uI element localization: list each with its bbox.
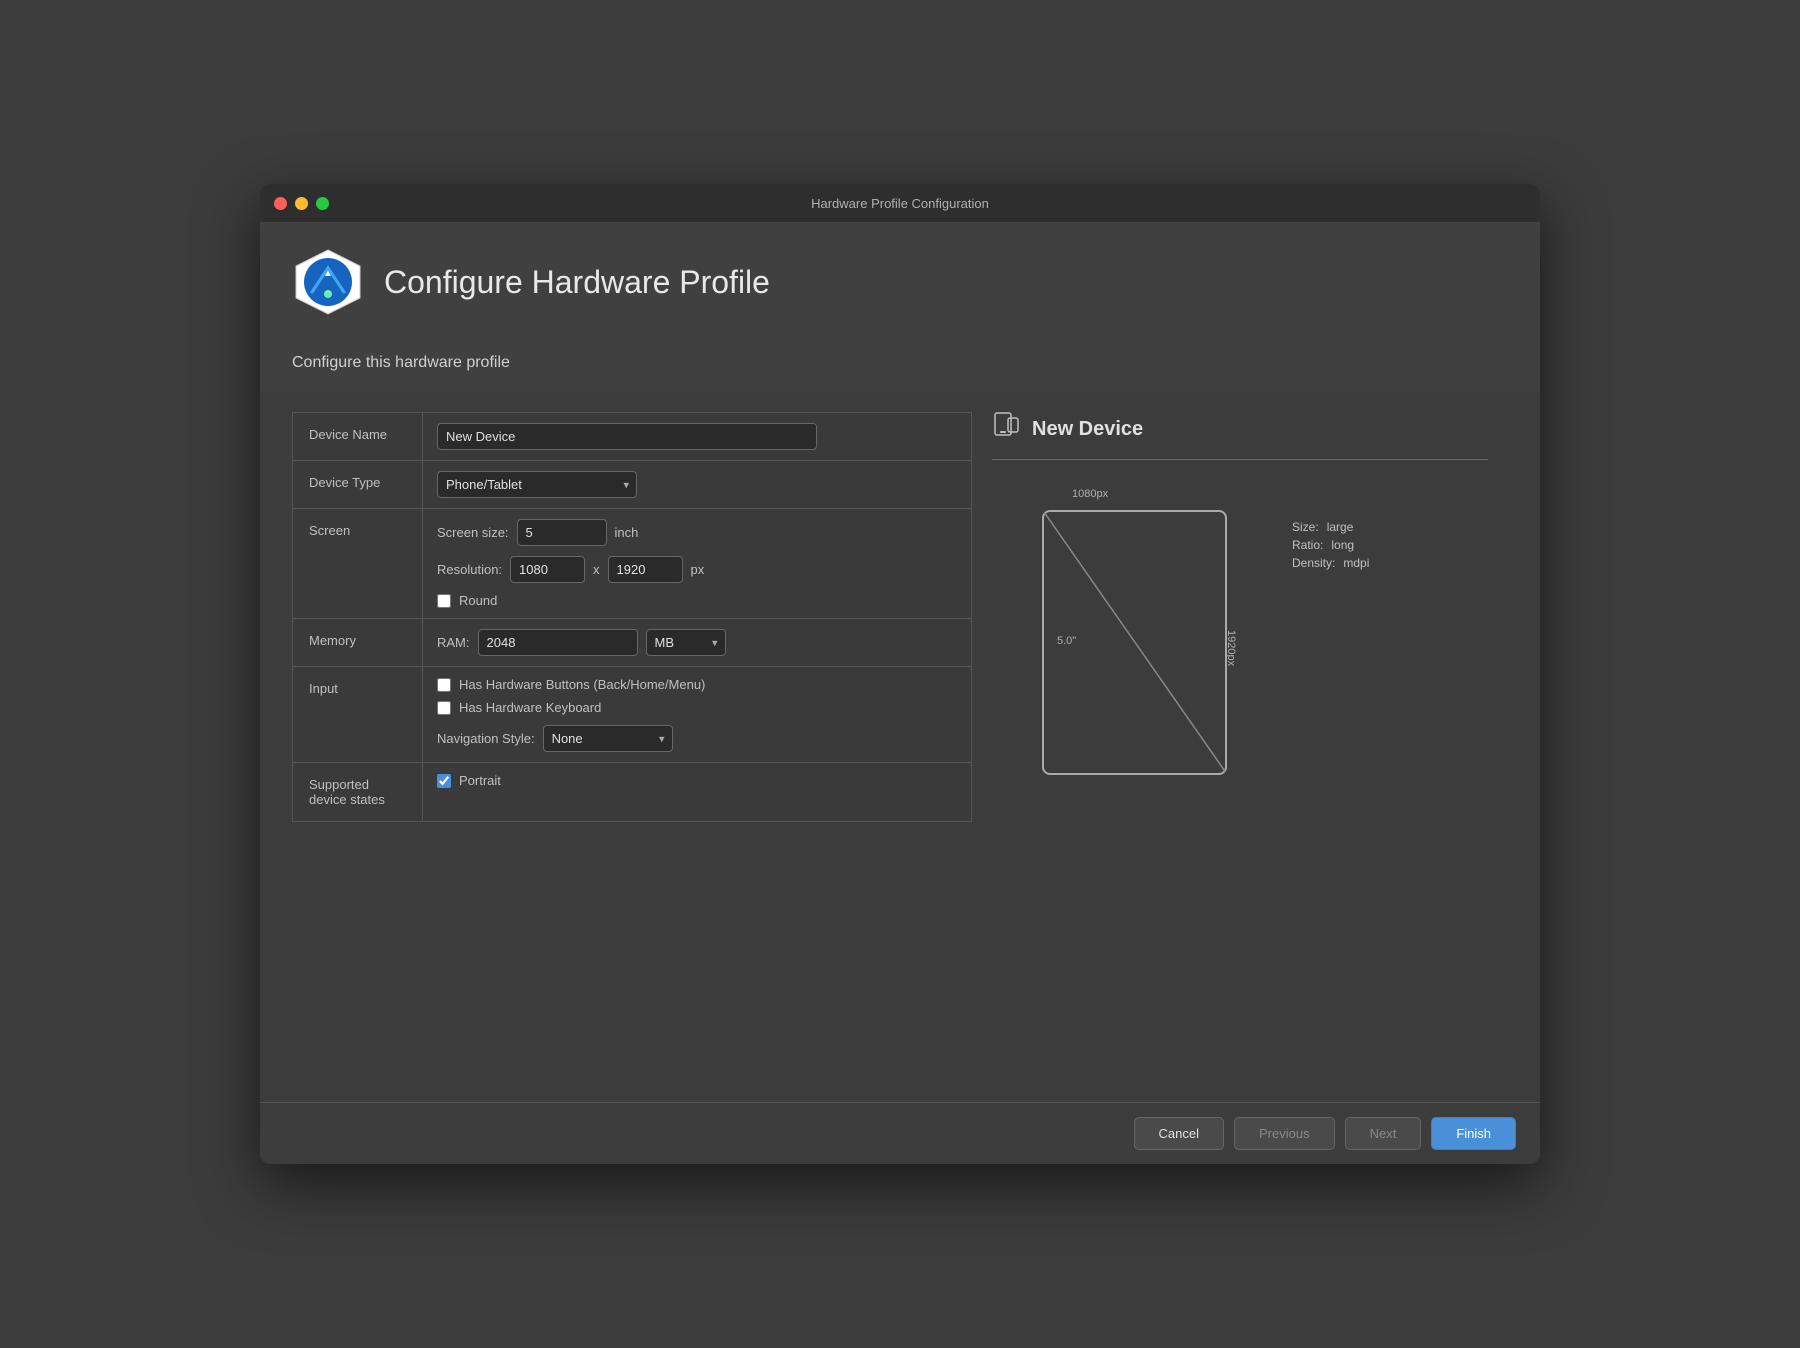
hardware-keyboard-label: Has Hardware Keyboard (459, 700, 601, 715)
config-table: Device Name Device Type Phone/Tablet Tab… (292, 412, 972, 822)
screen-fields: Screen size: inch Resolution: x px (437, 519, 957, 608)
ram-unit-select[interactable]: MB GB (646, 629, 726, 656)
resolution-x-input[interactable] (510, 556, 585, 583)
device-name-row: Device Name (293, 413, 972, 461)
next-button[interactable]: Next (1345, 1117, 1422, 1150)
portrait-label: Portrait (459, 773, 501, 788)
screen-input-cell: Screen size: inch Resolution: x px (423, 509, 972, 619)
round-label: Round (459, 593, 497, 608)
resolution-separator: x (593, 562, 600, 577)
hardware-keyboard-checkbox[interactable] (437, 701, 451, 715)
ratio-label: Ratio: (1292, 538, 1323, 552)
window-title: Hardware Profile Configuration (811, 196, 989, 211)
portrait-checkbox[interactable] (437, 774, 451, 788)
minimize-button[interactable] (295, 197, 308, 210)
bottom-bar: Cancel Previous Next Finish (260, 1102, 1540, 1164)
main-content: Device Name Device Type Phone/Tablet Tab… (260, 392, 1540, 1102)
hardware-buttons-label: Has Hardware Buttons (Back/Home/Menu) (459, 677, 705, 692)
device-name-input-cell (423, 413, 972, 461)
subtitle-text: Configure this hardware profile (292, 354, 510, 371)
resolution-unit: px (691, 562, 705, 577)
density-label: Density: (1292, 556, 1335, 570)
portrait-row: Portrait (437, 773, 957, 788)
memory-label: Memory (293, 619, 423, 667)
close-button[interactable] (274, 197, 287, 210)
device-type-select[interactable]: Phone/Tablet Tablet Phone TV Wear OS Des… (437, 471, 637, 498)
titlebar: Hardware Profile Configuration (260, 184, 1540, 222)
input-fields: Has Hardware Buttons (Back/Home/Menu) Ha… (437, 677, 957, 752)
resolution-row: Resolution: x px (437, 556, 957, 583)
hardware-buttons-row: Has Hardware Buttons (Back/Home/Menu) (437, 677, 957, 692)
density-spec: Density: mdpi (1292, 556, 1369, 570)
ram-input[interactable] (478, 629, 638, 656)
size-label: Size: (1292, 520, 1319, 534)
supported-states-label: Supported device states (293, 763, 423, 822)
nav-style-label: Navigation Style: (437, 731, 535, 746)
cancel-button[interactable]: Cancel (1134, 1117, 1224, 1150)
resolution-label: Resolution: (437, 562, 502, 577)
subtitle-bar: Configure this hardware profile (260, 342, 1540, 392)
hardware-keyboard-row: Has Hardware Keyboard (437, 700, 957, 715)
screen-size-input[interactable] (517, 519, 607, 546)
device-diagram: 1080px 5.0" 1920px (992, 480, 1272, 810)
input-label: Input (293, 667, 423, 763)
nav-style-select[interactable]: None Gesture D-pad Trackball Wheel (543, 725, 673, 752)
nav-style-row: Navigation Style: None Gesture D-pad Tra… (437, 725, 957, 752)
supported-states-row: Supported device states Portrait (293, 763, 972, 822)
density-value: mdpi (1343, 556, 1369, 570)
preview-panel: New Device 1080px 5.0" (972, 412, 1508, 1082)
screen-size-row: Screen size: inch (437, 519, 957, 546)
resolution-y-input[interactable] (608, 556, 683, 583)
ratio-value: long (1331, 538, 1354, 552)
device-type-input-cell: Phone/Tablet Tablet Phone TV Wear OS Des… (423, 461, 972, 509)
maximize-button[interactable] (316, 197, 329, 210)
input-input-cell: Has Hardware Buttons (Back/Home/Menu) Ha… (423, 667, 972, 763)
size-spec: Size: large (1292, 520, 1369, 534)
form-panel: Device Name Device Type Phone/Tablet Tab… (292, 412, 972, 1082)
window-controls (274, 197, 329, 210)
input-row: Input Has Hardware Buttons (Back/Home/Me… (293, 667, 972, 763)
dimension-center-label: 5.0" (1057, 635, 1076, 647)
header: ▲ Configure Hardware Profile (260, 222, 1540, 342)
memory-row-content: RAM: MB GB (437, 629, 957, 656)
device-name-input[interactable] (437, 423, 817, 450)
round-checkbox[interactable] (437, 594, 451, 608)
main-window: Hardware Profile Configuration ▲ Configu… (260, 184, 1540, 1164)
ram-label: RAM: (437, 635, 470, 650)
screen-size-unit: inch (615, 525, 639, 540)
dimension-right-label: 1920px (1225, 630, 1237, 666)
device-specs: Size: large Ratio: long Density: mdpi (1292, 480, 1369, 570)
size-value: large (1327, 520, 1354, 534)
preview-device-name: New Device (1032, 418, 1143, 441)
device-type-select-wrapper: Phone/Tablet Tablet Phone TV Wear OS Des… (437, 471, 637, 498)
app-logo: ▲ (292, 246, 364, 318)
ram-unit-select-wrapper: MB GB (646, 629, 726, 656)
preview-device-icon (992, 412, 1020, 447)
previous-button[interactable]: Previous (1234, 1117, 1335, 1150)
ratio-spec: Ratio: long (1292, 538, 1369, 552)
hardware-buttons-checkbox[interactable] (437, 678, 451, 692)
dimension-top-label: 1080px (1072, 488, 1108, 500)
page-title: Configure Hardware Profile (384, 264, 770, 301)
memory-input-cell: RAM: MB GB (423, 619, 972, 667)
device-name-label: Device Name (293, 413, 423, 461)
nav-style-select-wrapper: None Gesture D-pad Trackball Wheel (543, 725, 673, 752)
preview-device-area: 1080px 5.0" 1920px (992, 480, 1488, 810)
preview-header: New Device (992, 412, 1488, 460)
round-row: Round (437, 593, 957, 608)
screen-label: Screen (293, 509, 423, 619)
memory-row: Memory RAM: MB GB (293, 619, 972, 667)
device-type-label: Device Type (293, 461, 423, 509)
finish-button[interactable]: Finish (1431, 1117, 1516, 1150)
device-type-row: Device Type Phone/Tablet Tablet Phone TV… (293, 461, 972, 509)
screen-size-label: Screen size: (437, 525, 509, 540)
supported-states-input-cell: Portrait (423, 763, 972, 822)
screen-row: Screen Screen size: inch Resolution: (293, 509, 972, 619)
